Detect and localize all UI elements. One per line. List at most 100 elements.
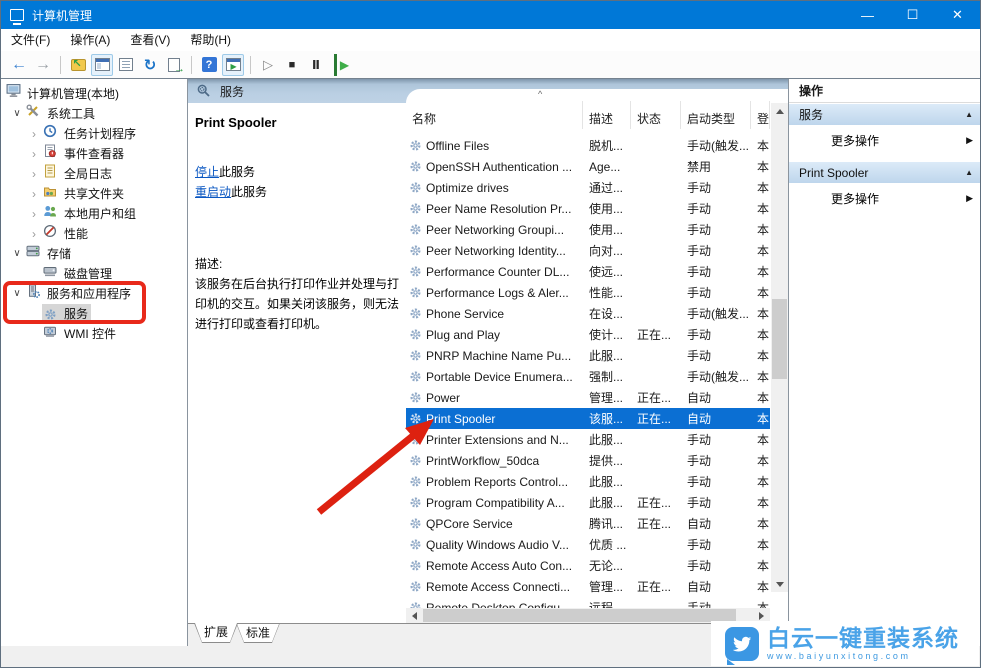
horizontal-scroll-thumb[interactable] [423, 609, 736, 622]
toolbar-separator [60, 56, 61, 74]
chevron-expanded-icon[interactable]: ∨ [9, 244, 25, 264]
service-name-cell: Offline Files [406, 139, 583, 153]
chevron-collapsed-icon[interactable]: › [26, 164, 42, 184]
service-row-qpcore-service[interactable]: QPCore Service腾讯...正在...自动本 [406, 513, 770, 534]
extended-view-button[interactable]: ▶ [222, 54, 244, 76]
service-row-phone-service[interactable]: Phone Service在设...手动(触发...本 [406, 303, 770, 324]
start-service-button[interactable]: ▷ [257, 54, 279, 76]
service-row-remote-desktop-configu-[interactable]: Remote Desktop Configu...远程...手动本 [406, 597, 770, 608]
column-header-2[interactable]: 状态 [631, 101, 681, 129]
scroll-down-button[interactable] [771, 576, 788, 592]
menu-item-0[interactable]: 文件(F) [1, 29, 60, 51]
service-name-cell: Remote Desktop Configu... [406, 601, 583, 609]
tree-item-12[interactable]: WMI 控件 [1, 324, 187, 344]
tree-item-label: 性能 [61, 227, 91, 241]
minimize-button[interactable]: — [845, 1, 890, 29]
vertical-scrollbar[interactable] [771, 103, 788, 592]
tree-item-4[interactable]: ›全局日志 [1, 164, 187, 184]
collapse-icon[interactable]: ▲ [965, 110, 973, 119]
tree-item-content: 任务计划程序 [42, 124, 139, 144]
tree-item-9[interactable]: 磁盘管理 [1, 264, 187, 284]
tree-item-8[interactable]: ∨存储 [1, 244, 187, 264]
service-desc: 此服... [583, 431, 631, 448]
chevron-collapsed-icon[interactable]: › [26, 144, 42, 164]
export-list-button[interactable]: → [163, 54, 185, 76]
scroll-left-button[interactable] [406, 608, 423, 623]
tree-item-7[interactable]: › 性能 [1, 224, 187, 244]
refresh-button[interactable]: ↻ [139, 54, 161, 76]
menu-item-1[interactable]: 操作(A) [60, 29, 120, 51]
service-startup-type: 手动 [681, 263, 751, 280]
tab-extended[interactable]: 扩展 [194, 623, 238, 643]
chevron-expanded-icon[interactable]: ∨ [9, 284, 25, 304]
service-row-performance-logs-aler-[interactable]: Performance Logs & Aler...性能...手动本 [406, 282, 770, 303]
collapse-icon[interactable]: ▲ [965, 168, 973, 177]
column-header-1[interactable]: 描述 [583, 101, 631, 129]
more-actions-services[interactable]: 更多操作 ▶ [789, 130, 981, 151]
more-actions-print-spooler[interactable]: 更多操作 ▶ [789, 188, 981, 209]
vertical-scroll-thumb[interactable] [772, 299, 787, 379]
service-row-peer-name-resolution-pr-[interactable]: Peer Name Resolution Pr...使用...手动本 [406, 198, 770, 219]
menu-item-3[interactable]: 帮助(H) [180, 29, 241, 51]
chevron-collapsed-icon[interactable]: › [26, 124, 42, 144]
service-row-power[interactable]: Power管理...正在...自动本 [406, 387, 770, 408]
service-row-pnrp-machine-name-pu-[interactable]: PNRP Machine Name Pu...此服...手动本 [406, 345, 770, 366]
tree-item-content: 存储 [25, 244, 74, 264]
tree-item-6[interactable]: ›本地用户和组 [1, 204, 187, 224]
maximize-button[interactable]: ☐ [890, 1, 935, 29]
actions-section-services[interactable]: 服务 ▲ [789, 104, 981, 125]
service-row-peer-networking-identity-[interactable]: Peer Networking Identity...向对...手动本 [406, 240, 770, 261]
chevron-collapsed-icon[interactable]: › [26, 204, 42, 224]
chevron-expanded-icon[interactable]: ∨ [9, 104, 25, 124]
tree-item-0[interactable]: 计算机管理(本地) [1, 84, 187, 104]
service-row-openssh-authentication-[interactable]: OpenSSH Authentication ...Age...禁用本 [406, 156, 770, 177]
stop-service-link[interactable]: 停止 [195, 165, 219, 179]
actions-section-print-spooler[interactable]: Print Spooler ▲ [789, 162, 981, 183]
service-row-printer-extensions-and-n-[interactable]: Printer Extensions and N...此服...手动本 [406, 429, 770, 450]
service-desc: 此服... [583, 473, 631, 490]
show-console-tree-button[interactable]: ↖ [67, 54, 89, 76]
restart-service-button[interactable]: ▶ [334, 54, 350, 76]
tab-standard[interactable]: 标准 [236, 623, 280, 643]
tree-item-content: 全局日志 [42, 164, 115, 184]
forward-button[interactable]: → [32, 54, 54, 76]
tree-item-3[interactable]: ›事件查看器 [1, 144, 187, 164]
stop-service-button[interactable]: ■ [281, 54, 303, 76]
services-list: 名称描述状态启动类型登 ^ Offline Files脱机...手动(触发...… [406, 89, 788, 623]
service-row-performance-counter-dl-[interactable]: Performance Counter DL...使远...手动本 [406, 261, 770, 282]
service-row-offline-files[interactable]: Offline Files脱机...手动(触发...本 [406, 135, 770, 156]
export-list-view-button[interactable] [115, 54, 137, 76]
tree-item-5[interactable]: ›共享文件夹 [1, 184, 187, 204]
chevron-collapsed-icon[interactable]: › [26, 224, 42, 244]
service-name: Remote Access Auto Con... [426, 559, 572, 573]
column-header-0[interactable]: 名称 [406, 101, 583, 129]
service-row-quality-windows-audio-v-[interactable]: Quality Windows Audio V...优质 ...手动本 [406, 534, 770, 555]
scroll-up-button[interactable] [771, 103, 788, 119]
service-row-printworkflow-50dca[interactable]: PrintWorkflow_50dca提供...手动本 [406, 450, 770, 471]
close-button[interactable]: ✕ [935, 1, 980, 29]
tree-item-10[interactable]: ∨服务和应用程序 [1, 284, 187, 304]
chevron-collapsed-icon[interactable]: › [26, 184, 42, 204]
service-status: 正在... [631, 389, 681, 406]
service-row-remote-access-connecti-[interactable]: Remote Access Connecti...管理...正在...自动本 [406, 576, 770, 597]
tree-item-11[interactable]: 服务 [1, 304, 187, 324]
services-pane: 服务 Print Spooler 停止此服务 重启动此服务 描述: 该服务在后台… [188, 79, 788, 646]
restart-service-link[interactable]: 重启动 [195, 185, 231, 199]
back-button[interactable]: ← [8, 54, 30, 76]
tree-item-1[interactable]: ∨系统工具 [1, 104, 187, 124]
properties-window-button[interactable] [91, 54, 113, 76]
column-header-3[interactable]: 启动类型 [681, 101, 751, 129]
service-row-print-spooler[interactable]: Print Spooler该服...正在...自动本 [406, 408, 770, 429]
service-row-program-compatibility-a-[interactable]: Program Compatibility A...此服...正在...手动本 [406, 492, 770, 513]
column-header-4[interactable]: 登 [751, 101, 770, 129]
service-row-problem-reports-control-[interactable]: Problem Reports Control...此服...手动本 [406, 471, 770, 492]
service-row-plug-and-play[interactable]: Plug and Play使计...正在...手动本 [406, 324, 770, 345]
service-row-portable-device-enumera-[interactable]: Portable Device Enumera...强制...手动(触发...本 [406, 366, 770, 387]
service-row-peer-networking-groupi-[interactable]: Peer Networking Groupi...使用...手动本 [406, 219, 770, 240]
tree-item-2[interactable]: ›任务计划程序 [1, 124, 187, 144]
service-row-remote-access-auto-con-[interactable]: Remote Access Auto Con...无论...手动本 [406, 555, 770, 576]
help-button[interactable]: ? [198, 54, 220, 76]
menu-item-2[interactable]: 查看(V) [120, 29, 180, 51]
pause-service-button[interactable]: Ⅱ [305, 54, 327, 76]
service-row-optimize-drives[interactable]: Optimize drives通过...手动本 [406, 177, 770, 198]
